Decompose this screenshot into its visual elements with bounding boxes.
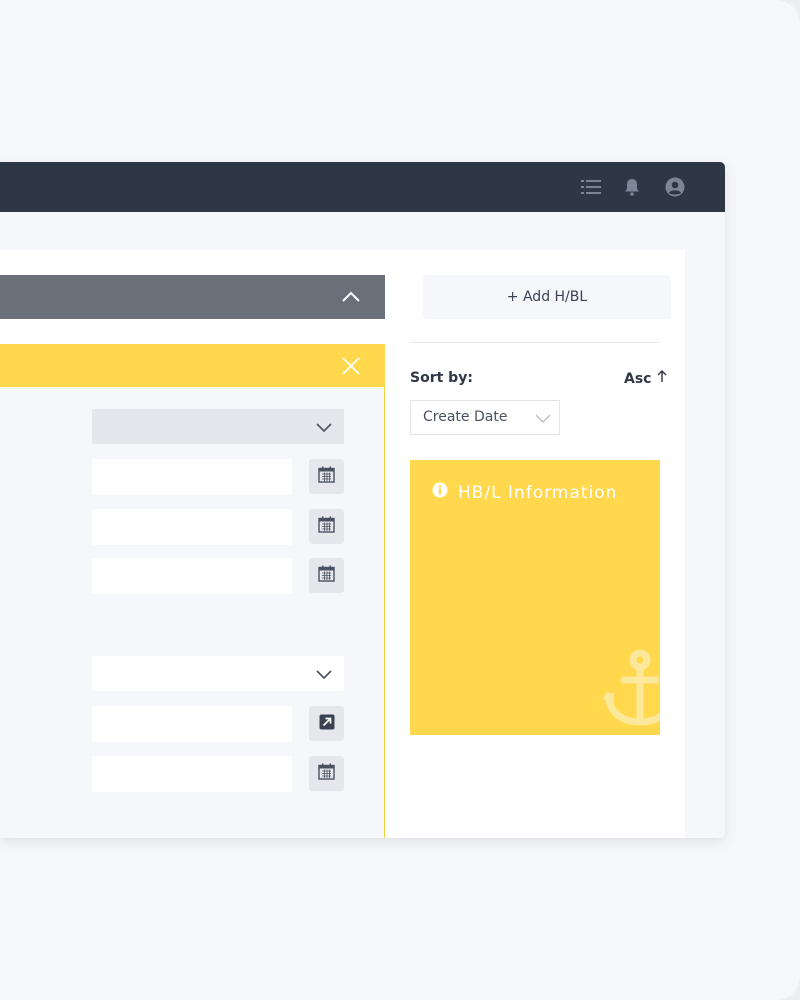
open-link-button[interactable]: [309, 706, 344, 741]
type-select[interactable]: [92, 409, 344, 444]
right-column: + Add H/BL Sort by: Asc Create Date HB/L…: [385, 250, 685, 838]
date-field-3[interactable]: [92, 558, 292, 594]
date-field-4[interactable]: [92, 756, 292, 792]
sort-select-value: Create Date: [423, 409, 508, 425]
add-hbl-label: + Add H/BL: [506, 289, 588, 305]
calendar-button-4[interactable]: [309, 756, 344, 791]
calendar-icon: [318, 516, 335, 537]
calendar-icon: [318, 763, 335, 784]
app-window: + Add H/BL Sort by: Asc Create Date HB/L…: [0, 162, 725, 838]
close-icon[interactable]: [341, 356, 361, 376]
external-link-icon: [319, 714, 335, 734]
sort-order-label: Asc: [624, 370, 652, 387]
calendar-button-1[interactable]: [309, 459, 344, 494]
left-column: [0, 250, 385, 838]
top-navbar: [0, 162, 725, 212]
date-field-2[interactable]: [92, 509, 292, 545]
secondary-select[interactable]: [92, 656, 344, 691]
calendar-icon: [318, 466, 335, 487]
arrow-up-icon: [657, 370, 667, 387]
add-hbl-button[interactable]: + Add H/BL: [423, 275, 671, 319]
content-panel: + Add H/BL Sort by: Asc Create Date HB/L…: [0, 250, 685, 838]
user-icon[interactable]: [664, 176, 686, 198]
link-field[interactable]: [92, 706, 292, 742]
info-icon: [432, 482, 448, 503]
section-header[interactable]: [0, 275, 385, 319]
page-background: + Add H/BL Sort by: Asc Create Date HB/L…: [0, 0, 800, 1000]
info-title-text: HB/L Information: [458, 482, 618, 503]
calendar-button-2[interactable]: [309, 509, 344, 544]
sort-label: Sort by:: [410, 370, 473, 386]
sort-select[interactable]: Create Date: [410, 400, 560, 435]
chevron-up-icon[interactable]: [341, 288, 361, 306]
form-panel: [0, 344, 385, 838]
info-card-title: HB/L Information: [432, 482, 617, 503]
anchor-icon: [600, 648, 660, 728]
bell-icon[interactable]: [621, 176, 643, 198]
date-field-1[interactable]: [92, 459, 292, 495]
divider: [410, 342, 660, 343]
chevron-down-icon: [535, 411, 551, 425]
hbl-info-card: HB/L Information: [410, 460, 660, 735]
calendar-icon: [318, 565, 335, 586]
form-header: [0, 344, 385, 387]
chevron-down-icon: [316, 419, 332, 433]
list-icon[interactable]: [580, 176, 602, 198]
sort-order-toggle[interactable]: Asc: [624, 370, 667, 387]
chevron-down-icon: [316, 666, 332, 680]
calendar-button-3[interactable]: [309, 558, 344, 593]
